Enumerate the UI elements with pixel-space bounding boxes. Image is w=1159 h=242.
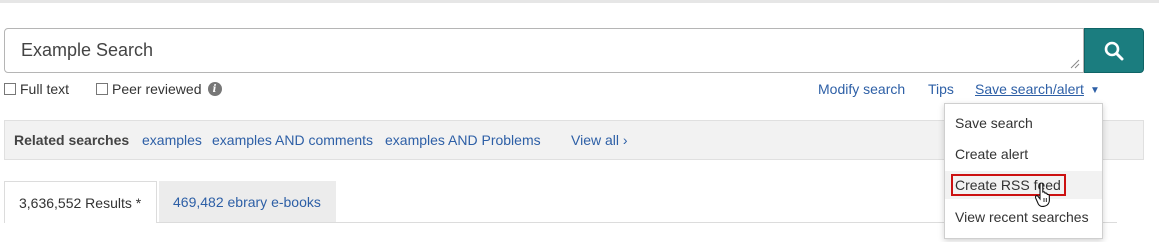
save-alert-dropdown-menu: Save search Create alert Create RSS feed… <box>944 103 1103 239</box>
related-link-examples[interactable]: examples <box>142 132 202 148</box>
menu-item-create-alert[interactable]: Create alert <box>945 140 1102 168</box>
menu-item-create-rss-feed[interactable]: Create RSS feed <box>945 171 1102 199</box>
tab-results[interactable]: 3,636,552 Results * <box>4 181 157 223</box>
search-input[interactable]: Example Search <box>4 28 1084 73</box>
tab-results-label: 3,636,552 Results * <box>19 194 142 211</box>
peer-reviewed-checkbox[interactable] <box>96 83 108 95</box>
related-searches-label: Related searches <box>14 132 130 148</box>
menu-item-view-recent-searches-label: View recent searches <box>955 209 1089 225</box>
peer-reviewed-label: Peer reviewed <box>112 81 202 97</box>
save-search-alert-toggle[interactable]: Save search/alert ▼ <box>975 81 1100 97</box>
related-link-examples-and-comments[interactable]: examples AND comments <box>212 132 373 148</box>
peer-reviewed-option[interactable]: Peer reviewed i <box>96 81 222 97</box>
hand-pointer-icon <box>1035 183 1050 207</box>
related-link-examples-and-problems[interactable]: examples AND Problems <box>385 132 541 148</box>
full-text-label: Full text <box>20 81 70 97</box>
info-icon[interactable]: i <box>207 82 222 96</box>
search-query-text: Example Search <box>21 40 154 60</box>
full-text-checkbox[interactable] <box>4 83 16 95</box>
menu-item-create-alert-label: Create alert <box>955 146 1029 162</box>
menu-item-save-search[interactable]: Save search <box>945 109 1102 137</box>
menu-item-save-search-label: Save search <box>955 115 1033 131</box>
full-text-option[interactable]: Full text <box>4 81 69 97</box>
menu-item-view-recent-searches[interactable]: View recent searches <box>945 203 1102 231</box>
save-search-alert-label[interactable]: Save search/alert <box>975 81 1084 97</box>
search-button[interactable] <box>1084 28 1144 73</box>
search-icon <box>1104 41 1124 60</box>
resize-grip-icon[interactable] <box>1069 58 1080 69</box>
tab-ebrary-ebooks[interactable]: 469,482 ebrary e-books <box>159 181 336 223</box>
view-all-link[interactable]: View all › <box>571 132 628 148</box>
modify-search-link[interactable]: Modify search <box>818 81 905 97</box>
tab-ebrary-ebooks-label: 469,482 ebrary e-books <box>173 194 321 210</box>
top-rule <box>0 0 1159 3</box>
chevron-down-icon: ▼ <box>1089 85 1100 96</box>
tips-link[interactable]: Tips <box>928 81 954 97</box>
